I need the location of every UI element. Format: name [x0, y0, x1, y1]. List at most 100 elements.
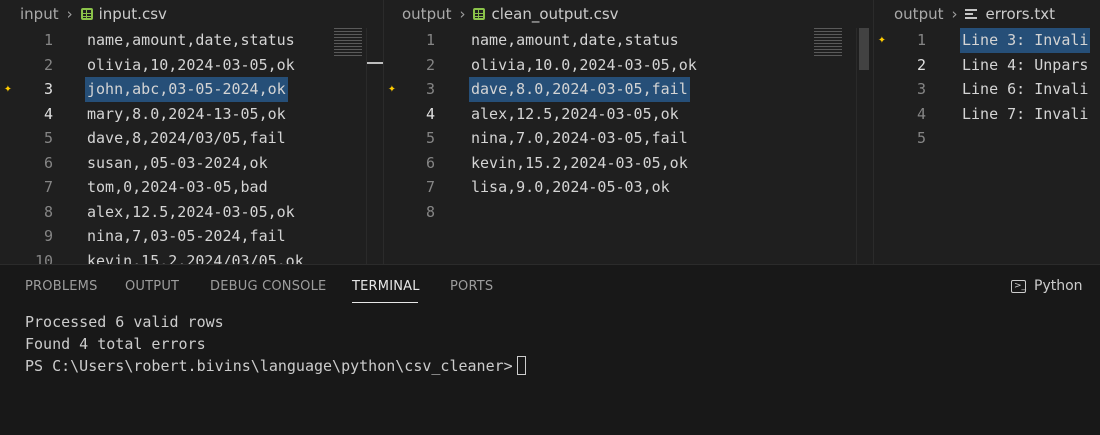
line-number: 7: [43, 178, 53, 196]
csv-file-icon: [80, 8, 93, 20]
code-line: 1 name,amount,date,status: [0, 28, 383, 53]
breadcrumb: output › clean_output.csv: [384, 0, 873, 28]
code-line: 8 alex,12.5,2024-03-05,ok: [0, 200, 383, 225]
code-area[interactable]: ✦ 1 Line 3: Invali 2 Line 4: Unpars 3 Line 6…: [874, 28, 1100, 264]
line-number: 6: [425, 153, 435, 172]
line-number: 2: [425, 55, 435, 74]
line-text: name,amount,date,status: [471, 31, 679, 49]
breadcrumb-folder[interactable]: output: [402, 5, 451, 23]
code-area[interactable]: 1 name,amount,date,status 2 olivia,10,2024…: [0, 28, 383, 264]
code-line: 9 nina,7,03-05-2024,fail: [0, 224, 383, 249]
scrollbar[interactable]: [366, 28, 383, 264]
code-line: 1 name,amount,date,status: [384, 28, 873, 53]
code-line: 2 olivia,10.0,2024-03-05,ok: [384, 53, 873, 78]
code-line: 8: [384, 200, 873, 225]
line-number: 6: [43, 153, 53, 172]
editor-clean-output-csv[interactable]: output › clean_output.csv 1 name,amount,d…: [384, 0, 874, 264]
sparkle-icon[interactable]: ✦: [878, 33, 892, 47]
terminal-line: Found 4 total errors: [25, 335, 206, 353]
line-number: 1: [916, 31, 926, 49]
panel-tabs: PROBLEMS OUTPUT DEBUG CONSOLE TERMINAL P…: [0, 265, 1100, 309]
breadcrumb-file[interactable]: clean_output.csv: [491, 5, 618, 23]
line-text-selected: Line 3: Invali: [960, 28, 1091, 53]
line-text: mary,8.0,2024-13-05,ok: [87, 104, 286, 123]
code-area[interactable]: 1 name,amount,date,status 2 olivia,10.0,20…: [384, 28, 873, 264]
line-number: 8: [425, 202, 435, 221]
terminal-cursor[interactable]: [516, 356, 526, 375]
line-number: 2: [916, 55, 926, 74]
line-text: tom,0,2024-03-05,bad: [87, 178, 268, 196]
line-number: 7: [425, 178, 435, 196]
line-number: 3: [43, 80, 53, 98]
line-text: alex,12.5,2024-03-05,ok: [471, 104, 679, 123]
terminal-prompt: PS C:\Users\robert.bivins\language\pytho…: [25, 357, 513, 375]
line-text: alex,12.5,2024-03-05,ok: [87, 202, 295, 221]
csv-file-icon: [473, 8, 486, 20]
editor-input-csv[interactable]: input › input.csv 1 name,amount,date,stat…: [0, 0, 384, 264]
tab-problems[interactable]: PROBLEMS: [25, 279, 98, 294]
tab-ports[interactable]: PORTS: [450, 279, 493, 294]
breadcrumb-folder[interactable]: input: [20, 5, 59, 23]
code-line: 2 Line 4: Unpars: [874, 53, 1100, 78]
line-number: 2: [43, 55, 53, 74]
breadcrumb-folder[interactable]: output: [894, 5, 943, 23]
breadcrumb: output › errors.txt: [874, 0, 1100, 28]
chevron-right-icon: ›: [951, 5, 958, 23]
terminal-profile[interactable]: >_ Python: [1011, 278, 1083, 294]
line-number: 5: [425, 129, 435, 147]
line-text: lisa,9.0,2024-05-03,ok: [471, 178, 670, 196]
tab-debug-console[interactable]: DEBUG CONSOLE: [210, 279, 326, 294]
breadcrumb-file[interactable]: errors.txt: [985, 5, 1055, 23]
active-tab-indicator: [352, 302, 418, 303]
code-line: 2 olivia,10,2024-03-05,ok: [0, 53, 383, 78]
sparkle-icon[interactable]: ✦: [4, 82, 18, 96]
terminal-output[interactable]: Processed 6 valid rows Found 4 total err…: [25, 311, 526, 377]
scroll-position-marker: [367, 62, 383, 64]
breadcrumb-file[interactable]: input.csv: [99, 5, 167, 23]
line-number: 9: [43, 227, 53, 245]
line-text: nina,7.0,2024-03-05,fail: [471, 129, 688, 147]
line-number: 5: [43, 129, 53, 147]
code-line: 4 mary,8.0,2024-13-05,ok: [0, 102, 383, 127]
terminal-icon: >_: [1011, 279, 1026, 293]
line-number: 8: [43, 202, 53, 221]
code-line: 6 kevin,15.2,2024-03-05,ok: [384, 151, 873, 176]
line-text: olivia,10,2024-03-05,ok: [87, 55, 295, 74]
line-number: 1: [43, 31, 53, 49]
breadcrumb: input › input.csv: [0, 0, 383, 28]
line-number: 5: [916, 129, 926, 147]
line-text: olivia,10.0,2024-03-05,ok: [471, 55, 697, 74]
code-line: 3 Line 6: Invali: [874, 77, 1100, 102]
line-text: susan,,05-03-2024,ok: [87, 153, 268, 172]
tab-output[interactable]: OUTPUT: [125, 279, 179, 294]
text-file-icon: [965, 8, 978, 20]
line-text: nina,7,03-05-2024,fail: [87, 227, 286, 245]
line-number: 1: [425, 31, 435, 49]
chevron-right-icon: ›: [459, 5, 466, 23]
code-line: 5 dave,8,2024/03/05,fail: [0, 126, 383, 151]
line-number: 3: [916, 80, 926, 98]
line-number: 4: [916, 104, 926, 123]
line-text: dave,8,2024/03/05,fail: [87, 129, 286, 147]
editor-errors-txt[interactable]: output › errors.txt ✦ 1 Line 3: Invali 2 Li…: [874, 0, 1100, 264]
scrollbar[interactable]: [856, 28, 871, 264]
minimap[interactable]: [814, 28, 842, 56]
code-line: 10 kevin,15.2,2024/03/05,ok: [0, 249, 383, 265]
code-line: 5 nina,7.0,2024-03-05,fail: [384, 126, 873, 151]
line-number: 10: [34, 251, 53, 265]
code-line: ✦ 3 john,abc,03-05-2024,ok: [0, 77, 383, 102]
code-line: 4 Line 7: Invali: [874, 102, 1100, 127]
line-text: Line 4: Unpars: [962, 55, 1089, 74]
line-text-selected: john,abc,03-05-2024,ok: [85, 77, 288, 102]
terminal-profile-label: Python: [1034, 278, 1083, 294]
scrollbar-thumb[interactable]: [859, 28, 869, 70]
line-number: 4: [425, 104, 435, 123]
tab-terminal[interactable]: TERMINAL: [352, 279, 420, 294]
sparkle-icon[interactable]: ✦: [388, 82, 402, 96]
minimap[interactable]: [334, 28, 362, 56]
line-text-selected: dave,8.0,2024-03-05,fail: [469, 77, 690, 102]
terminal-line: Processed 6 valid rows: [25, 313, 224, 331]
chevron-right-icon: ›: [66, 5, 73, 23]
terminal-prompt-line: PS C:\Users\robert.bivins\language\pytho…: [25, 355, 526, 377]
line-text: name,amount,date,status: [87, 31, 295, 49]
